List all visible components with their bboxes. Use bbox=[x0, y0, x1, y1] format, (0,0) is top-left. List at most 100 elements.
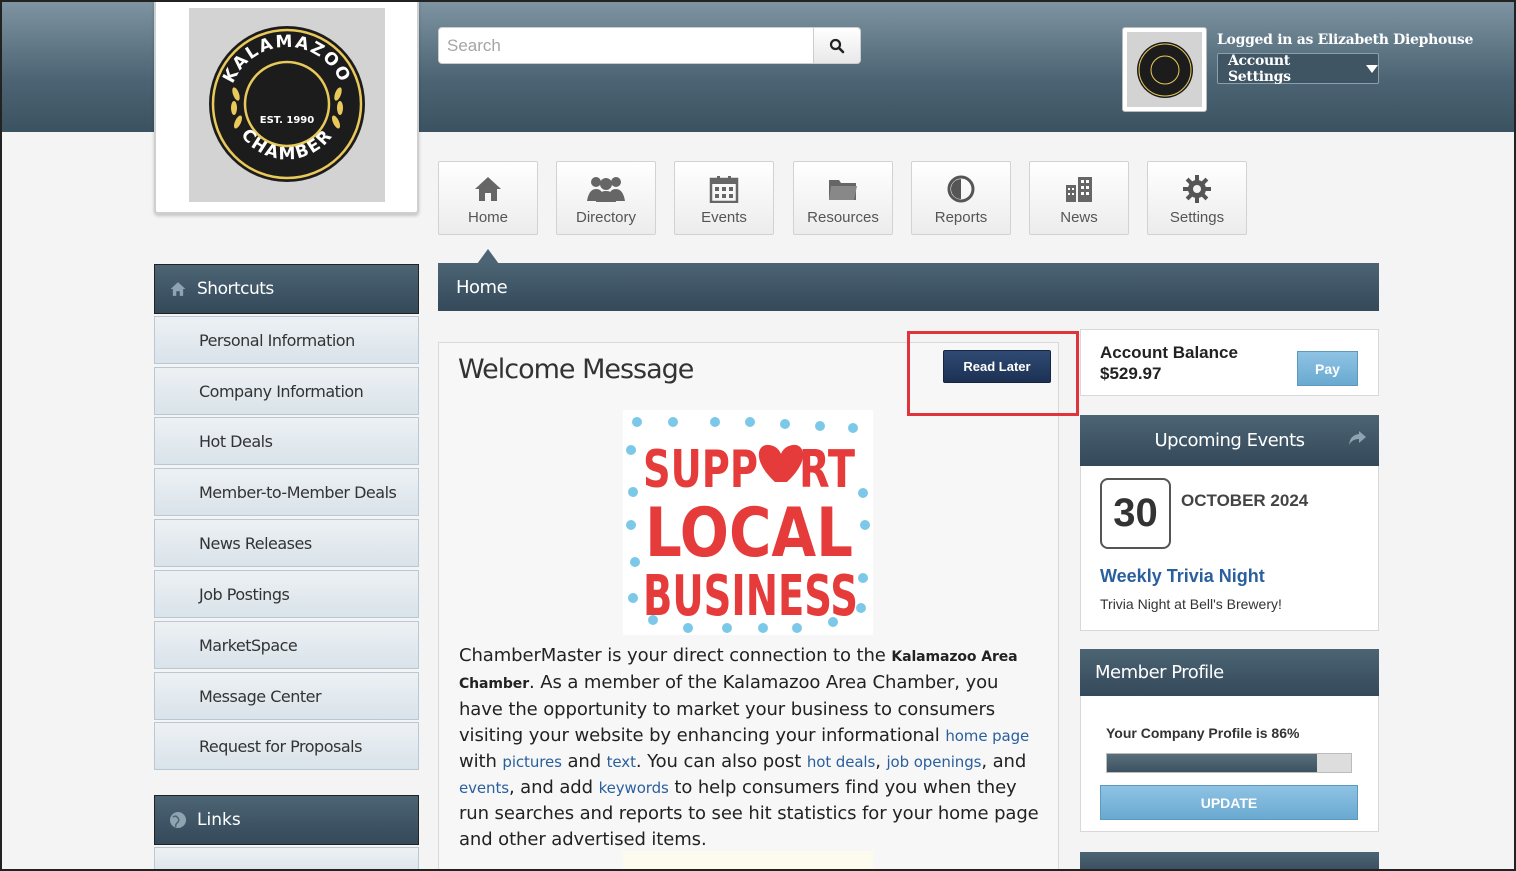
nav-label: Resources bbox=[807, 209, 879, 226]
home-icon bbox=[473, 174, 503, 204]
profile-progress-bar bbox=[1106, 753, 1352, 773]
sidebar-item-label: MarketSpace bbox=[199, 635, 298, 655]
links-list[interactable] bbox=[154, 847, 419, 871]
nav-label: Home bbox=[467, 209, 508, 226]
welcome-text-part: and bbox=[561, 751, 607, 772]
avatar-image bbox=[1127, 32, 1202, 107]
search-icon bbox=[829, 38, 845, 53]
nav-label: Reports bbox=[934, 209, 988, 226]
sidebar-item-label: Job Postings bbox=[199, 584, 290, 604]
account-settings-button[interactable]: Account Settings bbox=[1217, 52, 1379, 85]
links-title: Links bbox=[197, 810, 241, 830]
banner-line1: SUPP bbox=[643, 440, 758, 500]
chamber-logo[interactable]: KALAMAZOO CHAMBER EST. 1990 bbox=[154, 0, 419, 214]
upcoming-events-title: Upcoming Events bbox=[1154, 430, 1305, 451]
home-icon bbox=[170, 282, 186, 296]
update-button[interactable]: UPDATE bbox=[1100, 785, 1358, 820]
sidebar-item-message-center[interactable]: Message Center bbox=[154, 672, 419, 720]
second-banner-image bbox=[623, 851, 873, 871]
read-later-button[interactable]: Read Later bbox=[943, 350, 1051, 383]
active-tab-notch bbox=[477, 249, 499, 264]
support-local-banner: SUPP RT LOCAL BUSINESS bbox=[623, 410, 873, 635]
sidebar-item-hot-deals[interactable]: Hot Deals bbox=[154, 417, 419, 465]
sidebar-item-job-postings[interactable]: Job Postings bbox=[154, 570, 419, 618]
profile-progress-fill bbox=[1107, 754, 1317, 772]
welcome-text-part: with bbox=[459, 751, 503, 772]
banner-line3: BUSINESS bbox=[643, 564, 858, 629]
nav-news[interactable]: News bbox=[1029, 161, 1129, 235]
nav-resources[interactable]: Resources bbox=[793, 161, 893, 235]
folder-icon bbox=[828, 174, 858, 204]
search-button[interactable] bbox=[814, 27, 861, 64]
link-job-openings[interactable]: job openings bbox=[886, 753, 981, 771]
link-keywords[interactable]: keywords bbox=[599, 779, 669, 797]
chevron-down-icon bbox=[1366, 64, 1378, 73]
sidebar-item-company-information[interactable]: Company Information bbox=[154, 367, 419, 415]
nav-events[interactable]: Events bbox=[674, 161, 774, 235]
nav-directory[interactable]: Directory bbox=[556, 161, 656, 235]
upcoming-events-header: Upcoming Events bbox=[1080, 415, 1379, 466]
link-home-page[interactable]: home page bbox=[945, 727, 1029, 745]
link-pictures[interactable]: pictures bbox=[502, 753, 562, 771]
share-icon[interactable] bbox=[1347, 429, 1367, 447]
nav-home[interactable]: Home bbox=[438, 161, 538, 235]
nav-label: Events bbox=[701, 209, 747, 226]
sidebar-item-label: Member-to-Member Deals bbox=[199, 482, 397, 502]
welcome-text-part: . You can also post bbox=[635, 751, 807, 772]
nav-reports[interactable]: Reports bbox=[911, 161, 1011, 235]
welcome-text: ChamberMaster is your direct connection … bbox=[459, 643, 1044, 853]
links-header[interactable]: Links bbox=[154, 795, 419, 845]
page-title: Home bbox=[438, 263, 1379, 311]
shortcuts-title: Shortcuts bbox=[197, 279, 274, 299]
nav-label: News bbox=[1060, 209, 1098, 226]
account-balance-label: Account Balance bbox=[1100, 343, 1238, 362]
banner-line1b: RT bbox=[799, 440, 855, 500]
sidebar-item-member-deals[interactable]: Member-to-Member Deals bbox=[154, 468, 419, 516]
buildings-icon bbox=[1064, 174, 1094, 204]
shortcuts-header[interactable]: Shortcuts bbox=[154, 264, 419, 314]
link-events[interactable]: events bbox=[459, 779, 509, 797]
logged-in-text: Logged in as Elizabeth Diephouse bbox=[1217, 32, 1474, 48]
welcome-text-part: . As a member of the Kalamazoo Area Cham… bbox=[459, 672, 999, 746]
heart-icon bbox=[758, 444, 804, 482]
search-input[interactable] bbox=[438, 27, 814, 64]
logo-image: KALAMAZOO CHAMBER EST. 1990 bbox=[189, 8, 385, 202]
nav-label: Directory bbox=[575, 209, 636, 226]
pie-chart-icon bbox=[946, 174, 976, 204]
welcome-text-part: , and add bbox=[508, 777, 599, 798]
account-balance-value: $529.97 bbox=[1100, 364, 1162, 383]
event-title-link[interactable]: Weekly Trivia Night bbox=[1100, 566, 1265, 587]
sidebar-item-label: News Releases bbox=[199, 533, 312, 553]
sidebar-item-marketspace[interactable]: MarketSpace bbox=[154, 621, 419, 669]
welcome-title: Welcome Message bbox=[458, 354, 694, 385]
pay-button[interactable]: Pay bbox=[1297, 351, 1358, 386]
event-description: Trivia Night at Bell's Brewery! bbox=[1100, 596, 1282, 612]
avatar[interactable] bbox=[1122, 27, 1207, 112]
sidebar-item-personal-information[interactable]: Personal Information bbox=[154, 316, 419, 364]
gear-icon bbox=[1182, 174, 1212, 204]
sidebar-item-label: Message Center bbox=[199, 686, 322, 706]
sidebar-item-label: Hot Deals bbox=[199, 431, 273, 451]
sidebar-item-label: Request for Proposals bbox=[199, 736, 362, 756]
calendar-icon bbox=[709, 174, 739, 204]
event-day: 30 bbox=[1100, 478, 1171, 549]
welcome-text-part: , bbox=[875, 751, 887, 772]
event-month: OCTOBER 2024 bbox=[1181, 491, 1309, 510]
sidebar-item-label: Personal Information bbox=[199, 330, 355, 350]
logo-est-text: EST. 1990 bbox=[260, 115, 314, 126]
account-settings-label: Account Settings bbox=[1228, 52, 1291, 85]
link-text[interactable]: text bbox=[607, 753, 636, 771]
nav-settings[interactable]: Settings bbox=[1147, 161, 1247, 235]
people-icon bbox=[583, 174, 629, 204]
nav-label: Settings bbox=[1169, 209, 1225, 226]
profile-completion-text: Your Company Profile is 86% bbox=[1106, 725, 1300, 741]
sidebar-item-rfp[interactable]: Request for Proposals bbox=[154, 722, 419, 770]
search-bar bbox=[438, 27, 861, 64]
welcome-text-part: , and bbox=[981, 751, 1027, 772]
banner-line2: LOCAL bbox=[645, 494, 853, 573]
link-hot-deals[interactable]: hot deals bbox=[807, 753, 875, 771]
member-profile-header: Member Profile bbox=[1080, 649, 1379, 696]
sidebar-item-label: Company Information bbox=[199, 381, 364, 401]
globe-icon bbox=[170, 812, 186, 828]
sidebar-item-news-releases[interactable]: News Releases bbox=[154, 519, 419, 567]
